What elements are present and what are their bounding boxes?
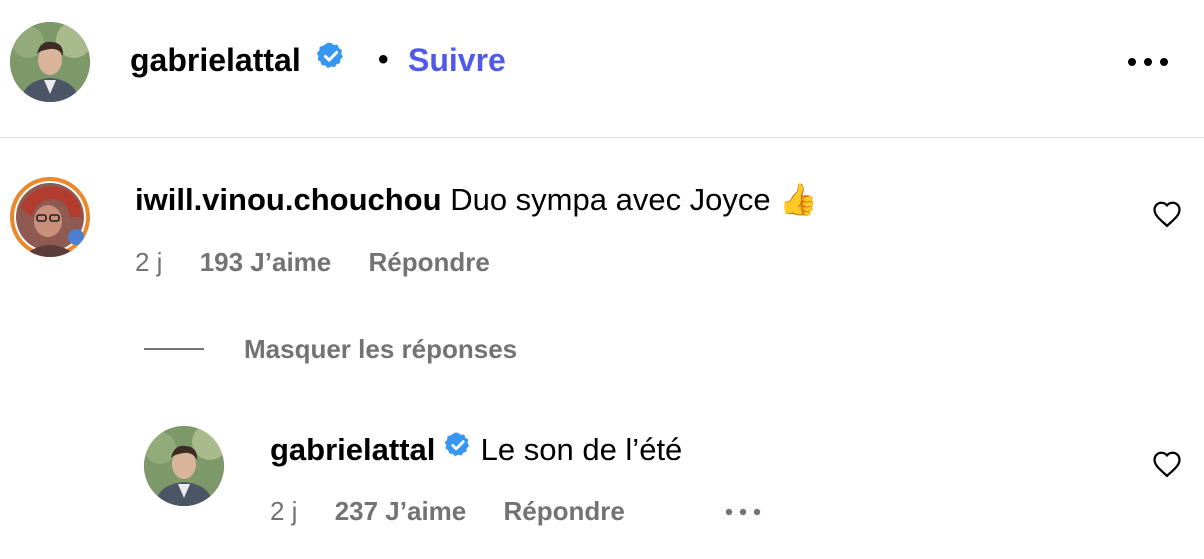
comment-text: Duo sympa avec Joyce (450, 182, 771, 217)
post-author-username[interactable]: gabrielattal (130, 40, 346, 80)
post-author-avatar[interactable] (10, 22, 90, 102)
reply-likes[interactable]: 237 J’aime (335, 495, 467, 527)
reply-button[interactable]: Répondre (369, 246, 490, 278)
verified-badge-icon (444, 429, 472, 469)
reply-author-photo (144, 426, 224, 506)
comment-body: iwill.vinou.chouchou Duo sympa avec Joyc… (135, 180, 818, 220)
heart-outline-icon[interactable] (1152, 450, 1182, 483)
reply-text: Le son de l’été (480, 432, 683, 467)
author-photo (10, 22, 90, 102)
hide-replies-toggle[interactable]: Masquer les réponses (144, 332, 517, 366)
verified-badge-icon (316, 40, 346, 80)
follow-button[interactable]: Suivre (408, 40, 506, 80)
reply-time: 2 j (270, 496, 298, 526)
post-author-name: gabrielattal (130, 42, 301, 78)
hide-replies-label: Masquer les réponses (244, 333, 518, 364)
comment-username[interactable]: iwill.vinou.chouchou (135, 182, 442, 217)
reply-more-options-icon[interactable] (722, 500, 764, 524)
more-options-icon[interactable] (1124, 50, 1172, 74)
comment-meta: 2 j 193 J’aime Répondre (135, 246, 490, 278)
reply-body: gabrielattal Le son de l’été (270, 430, 682, 470)
reply-meta: 2 j 237 J’aime Répondre (270, 495, 625, 527)
header-separator: • (378, 43, 389, 76)
header-divider (0, 137, 1204, 138)
reply-reply-button[interactable]: Répondre (504, 495, 625, 527)
comment-time: 2 j (135, 247, 163, 277)
thumbs-up-icon: 👍 (779, 182, 818, 217)
reply-username[interactable]: gabrielattal (270, 432, 435, 467)
replies-line (144, 348, 204, 350)
heart-outline-icon[interactable] (1152, 200, 1182, 233)
reply-author-avatar[interactable] (144, 426, 224, 506)
commenter-avatar[interactable] (10, 177, 90, 257)
comment-likes[interactable]: 193 J’aime (200, 246, 332, 278)
commenter-photo (10, 177, 90, 257)
